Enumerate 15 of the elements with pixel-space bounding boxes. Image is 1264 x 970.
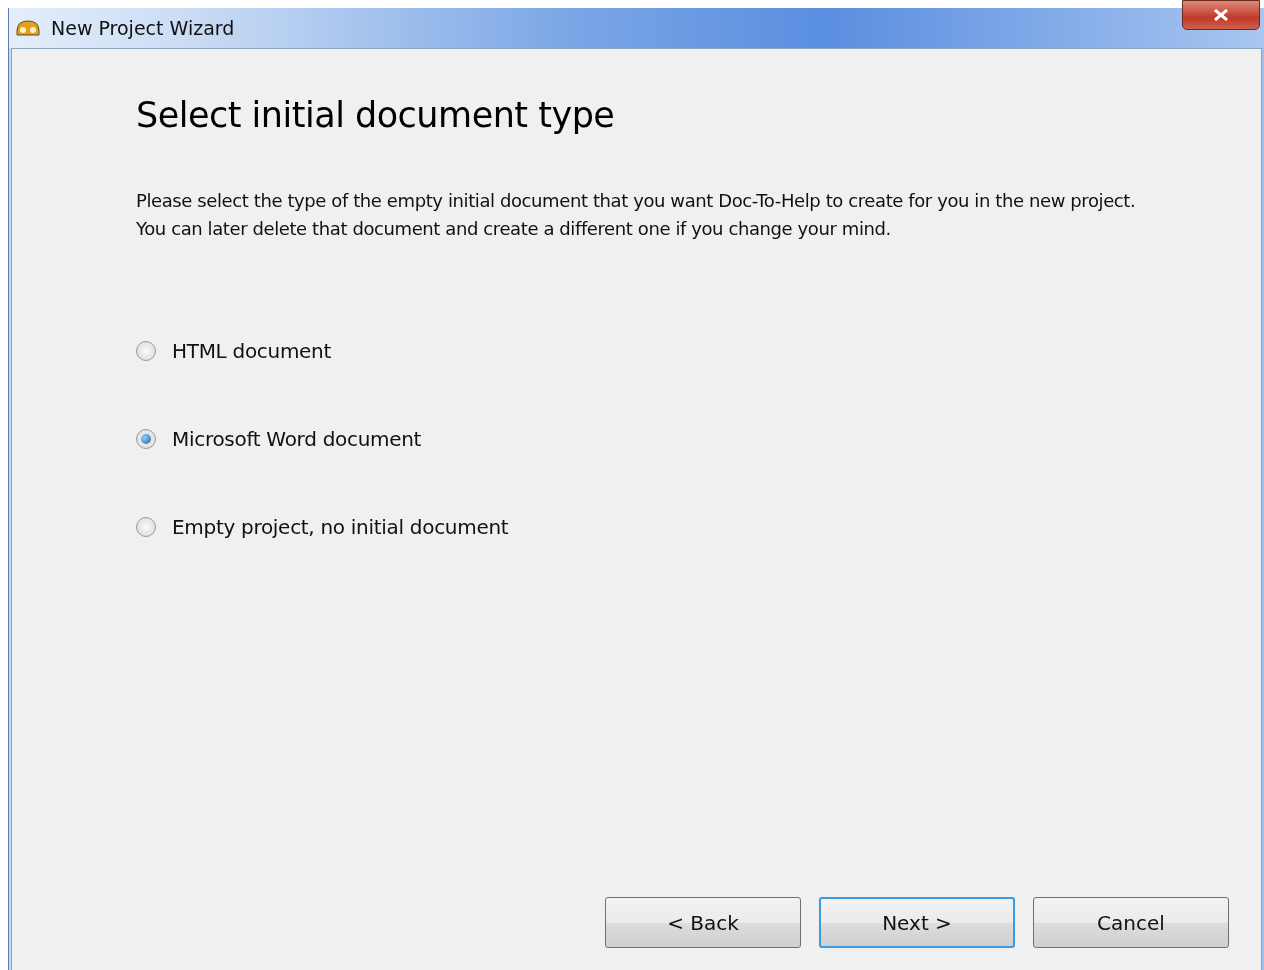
back-button[interactable]: < Back [605, 897, 801, 948]
close-button[interactable] [1182, 0, 1260, 30]
page-heading: Select initial document type [136, 95, 616, 135]
option-label[interactable]: Microsoft Word document [172, 427, 422, 451]
cancel-button[interactable]: Cancel [1033, 897, 1229, 948]
window-title: New Project Wizard [51, 17, 235, 39]
radio-button[interactable] [136, 429, 156, 449]
radio-button[interactable] [136, 341, 156, 361]
option-label[interactable]: HTML document [172, 339, 332, 363]
option-label[interactable]: Empty project, no initial document [172, 515, 509, 539]
next-button[interactable]: Next > [819, 897, 1015, 948]
close-icon [1212, 9, 1230, 21]
description-text: Please select the type of the empty initial document that you want Doc-To-Help to create for you in the new project. You can later delete that document and create a different one if you change your mind. [136, 189, 1136, 241]
radio-button[interactable] [136, 517, 156, 537]
app-icon [15, 17, 41, 39]
